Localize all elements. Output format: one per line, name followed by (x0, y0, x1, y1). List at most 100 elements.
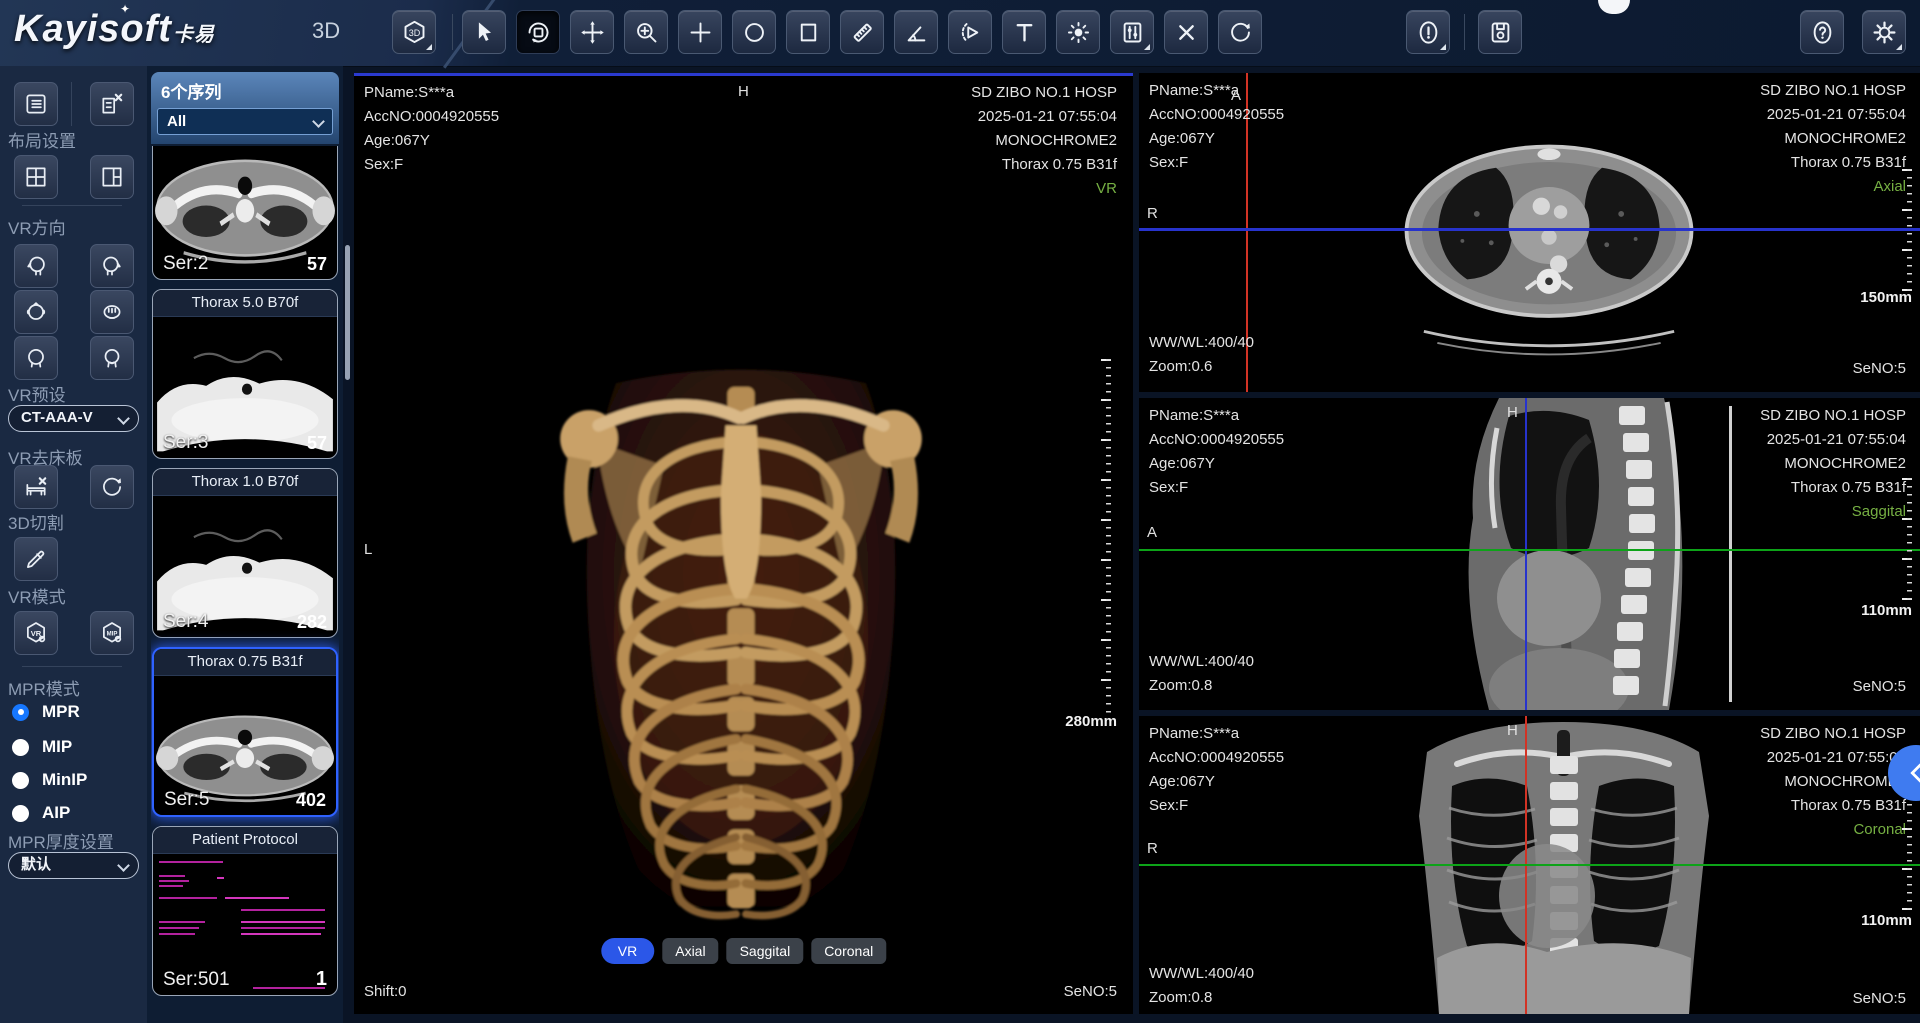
mpr-radio-mip[interactable]: MIP (12, 737, 72, 757)
radio-label: MIP (42, 737, 72, 757)
sagittal-ct-image[interactable] (1439, 398, 1705, 710)
chevron-down-icon (117, 859, 130, 872)
series-scrollbar-thumb[interactable] (345, 245, 350, 380)
radio-icon[interactable] (12, 772, 29, 789)
series-card-ser501-protocol[interactable]: Patient Protocol Ser:501 1 (152, 826, 338, 996)
volume-3d-tool-button[interactable]: 3D (392, 10, 436, 54)
ellipse-tool-button[interactable] (732, 10, 776, 54)
image-count: 282 (297, 612, 327, 633)
gear-icon (1871, 19, 1898, 46)
reset-tool-button[interactable] (1218, 10, 1262, 54)
accession-number: AccNO:0004920555 (1149, 428, 1284, 452)
vr-head-right-button[interactable] (90, 244, 134, 288)
patient-info-overlay: PName:S***a AccNO:0004920555 Age:067Y Se… (1149, 404, 1284, 500)
vr-head-anterior-button[interactable] (90, 336, 134, 380)
scale-ruler (1902, 478, 1912, 602)
series-card-ser3[interactable]: Thorax 5.0 B70f Ser:3 57 (152, 289, 338, 459)
cobb-angle-tool-button[interactable] (948, 10, 992, 54)
layout-grid-button[interactable] (14, 155, 58, 199)
mpr-radio-mpr[interactable]: MPR (12, 702, 80, 722)
image-count: 57 (307, 254, 327, 275)
mpr-radio-aip[interactable]: AIP (12, 803, 70, 823)
vr-head-left-button[interactable] (14, 244, 58, 288)
vr-mode-mip-button[interactable]: MIP (90, 611, 134, 655)
window-level-tool-button[interactable] (1110, 10, 1154, 54)
shift-indicator: Shift:0 (364, 980, 407, 1004)
plane-label: Coronal (1760, 818, 1906, 842)
chevron-down-icon (117, 412, 130, 425)
axial-crosshair-line[interactable] (1139, 228, 1920, 231)
brightness-tool-button[interactable] (1056, 10, 1100, 54)
mip-hexagon-icon: MIP (99, 620, 125, 646)
zoom-tool-button[interactable] (624, 10, 668, 54)
orientation-marker-left: L (364, 541, 372, 558)
avatar-circle[interactable] (1598, 0, 1630, 14)
view-button-coronal[interactable]: Coronal (811, 938, 886, 964)
close-layout-button[interactable] (90, 82, 134, 126)
remove-bed-button[interactable] (14, 465, 58, 509)
vr-head-inferior-button[interactable] (90, 290, 134, 334)
axial-ct-image[interactable] (1395, 113, 1703, 363)
crosshair-tool-button[interactable] (678, 10, 722, 54)
vr-mode-vr-button[interactable]: VR (14, 611, 58, 655)
study-datetime: 2025-01-21 07:55:04 (1760, 428, 1906, 452)
ellipse-icon (741, 19, 768, 46)
layout-close-icon (99, 91, 125, 117)
help-button[interactable] (1800, 10, 1844, 54)
orientation-marker-left: A (1147, 524, 1157, 541)
mpr-sagittal-viewport[interactable]: PName:S***a AccNO:0004920555 Age:067Y Se… (1139, 398, 1920, 710)
coronal-crosshair-line[interactable] (1139, 549, 1920, 551)
bed-remove-icon (23, 474, 49, 500)
view-button-saggital[interactable]: Saggital (727, 938, 804, 964)
save-tool-button[interactable] (1478, 10, 1522, 54)
alert-tool-button[interactable] (1406, 10, 1450, 54)
hospital-name: SD ZIBO NO.1 HOSP (971, 81, 1117, 105)
zoom-factor: Zoom:0.8 (1149, 986, 1254, 1010)
hospital-name: SD ZIBO NO.1 HOSP (1760, 79, 1906, 103)
mpr-radio-minip[interactable]: MinIP (12, 770, 87, 790)
series-card-ser4[interactable]: Thorax 1.0 B70f Ser:4 282 (152, 468, 338, 638)
series-list-button[interactable] (14, 82, 58, 126)
view-button-vr[interactable]: VR (601, 938, 654, 964)
vr-viewport[interactable]: PName:S***a AccNO:0004920555 Age:067Y Se… (354, 73, 1133, 1014)
study-datetime: 2025-01-21 07:55:04 (1760, 103, 1906, 127)
axial-crosshair-line[interactable] (1139, 864, 1920, 866)
vr-head-posterior-button[interactable] (14, 336, 58, 380)
vr-rendering-ribcage[interactable] (539, 341, 943, 937)
radio-selected-icon[interactable] (12, 704, 29, 721)
head-front-icon (99, 345, 125, 371)
series-list-icon (23, 91, 49, 117)
help-icon (1809, 19, 1836, 46)
series-filter-select[interactable]: All (157, 108, 333, 135)
window-info-overlay: WW/WL:400/40 Zoom:0.6 (1149, 331, 1254, 379)
app-logo: Kayisoft卡易 (14, 8, 215, 51)
settings-button[interactable] (1862, 10, 1906, 54)
angle-tool-button[interactable] (894, 10, 938, 54)
series-number-indicator: SeNO:5 (1853, 987, 1906, 1011)
ruler-tool-button[interactable] (840, 10, 884, 54)
radio-icon[interactable] (12, 739, 29, 756)
window-width-level: WW/WL:400/40 (1149, 650, 1254, 674)
rotate-3d-tool-button[interactable] (516, 10, 560, 54)
vr-head-superior-button[interactable] (14, 290, 58, 334)
zoom-factor: Zoom:0.8 (1149, 674, 1254, 698)
layout-right-panel-button[interactable] (90, 155, 134, 199)
orientation-marker-top: H (738, 83, 749, 100)
pan-tool-button[interactable] (570, 10, 614, 54)
mpr-thickness-select[interactable]: 默认 (8, 852, 139, 879)
delete-tool-button[interactable] (1164, 10, 1208, 54)
mpr-coronal-viewport[interactable]: PName:S***a AccNO:0004920555 Age:067Y Se… (1139, 716, 1920, 1014)
scalpel-cut-button[interactable] (14, 537, 58, 581)
series-card-ser5-selected[interactable]: Thorax 0.75 B31f Ser:5 402 (152, 647, 338, 817)
text-tool-button[interactable] (1002, 10, 1046, 54)
series-card-ser2[interactable]: Ser:2 57 (152, 146, 338, 280)
radio-icon[interactable] (12, 805, 29, 822)
axial-reference-line-top[interactable] (354, 73, 1133, 76)
mpr-axial-viewport[interactable]: PName:S***a AccNO:0004920555 Age:067Y Se… (1139, 73, 1920, 392)
sagittal-crosshair-line[interactable] (1525, 398, 1527, 710)
rectangle-tool-button[interactable] (786, 10, 830, 54)
bed-reset-button[interactable] (90, 465, 134, 509)
cursor-tool-button[interactable] (462, 10, 506, 54)
view-button-axial[interactable]: Axial (662, 938, 718, 964)
vr-preset-select[interactable]: CT-AAA-V (8, 405, 139, 432)
